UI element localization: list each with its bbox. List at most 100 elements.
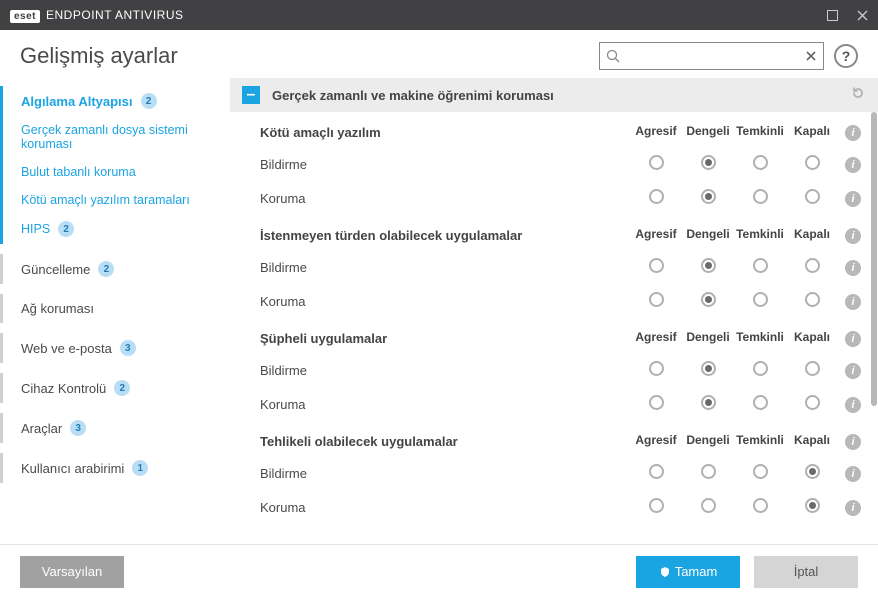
- search-box[interactable]: [599, 42, 824, 70]
- clear-search-icon[interactable]: [805, 50, 817, 62]
- info-icon[interactable]: i: [845, 125, 861, 141]
- radio-option[interactable]: [701, 361, 716, 376]
- ok-button[interactable]: Tamam: [636, 556, 740, 588]
- brand-text: ENDPOINT ANTIVIRUS: [46, 8, 183, 22]
- reset-section-icon[interactable]: [850, 85, 866, 106]
- sidebar-item-8[interactable]: Cihaz Kontrolü2: [0, 373, 230, 403]
- radio-option[interactable]: [701, 189, 716, 204]
- radio-option[interactable]: [701, 464, 716, 479]
- sidebar-item-4[interactable]: HIPS2: [0, 214, 230, 244]
- row-label: Koruma: [260, 294, 630, 309]
- radio-option[interactable]: [649, 155, 664, 170]
- column-header: Kapalı: [786, 330, 838, 347]
- scrollbar-track[interactable]: [870, 112, 878, 544]
- badge: 2: [141, 93, 157, 109]
- group-header: İstenmeyen türden olabilecek uygulamalar…: [230, 215, 878, 250]
- group-title: İstenmeyen türden olabilecek uygulamalar: [260, 228, 522, 243]
- column-header: Dengeli: [682, 330, 734, 347]
- radio-option[interactable]: [701, 155, 716, 170]
- column-header: Temkinli: [734, 227, 786, 244]
- radio-option[interactable]: [649, 498, 664, 513]
- sidebar-item-7[interactable]: Web ve e-posta3: [0, 333, 230, 363]
- info-icon[interactable]: i: [845, 228, 861, 244]
- sidebar-item-9[interactable]: Araçlar 3: [0, 413, 230, 443]
- radio-option[interactable]: [753, 155, 768, 170]
- radio-option[interactable]: [753, 189, 768, 204]
- row-label: Koruma: [260, 500, 630, 515]
- info-icon[interactable]: i: [845, 260, 861, 276]
- sidebar-item-10[interactable]: Kullanıcı arabirimi1: [0, 453, 230, 483]
- info-icon[interactable]: i: [845, 397, 861, 413]
- radio-option[interactable]: [805, 292, 820, 307]
- radio-option[interactable]: [805, 258, 820, 273]
- info-icon[interactable]: i: [845, 294, 861, 310]
- radio-option[interactable]: [805, 395, 820, 410]
- group-header: Şüpheli uygulamalarAgresifDengeliTemkinl…: [230, 318, 878, 353]
- radio-option[interactable]: [649, 361, 664, 376]
- setting-row: Koruma i: [230, 387, 878, 421]
- cancel-button[interactable]: İptal: [754, 556, 858, 588]
- radio-option[interactable]: [701, 292, 716, 307]
- radio-option[interactable]: [649, 464, 664, 479]
- radio-option[interactable]: [753, 464, 768, 479]
- brand-badge: eset: [10, 10, 40, 23]
- search-input[interactable]: [626, 49, 799, 63]
- sidebar-item-1[interactable]: Gerçek zamanlı dosya sistemi koruması: [0, 116, 230, 158]
- info-icon[interactable]: i: [845, 434, 861, 450]
- radio-option[interactable]: [701, 395, 716, 410]
- sidebar-item-label: Kullanıcı arabirimi: [21, 461, 124, 476]
- radio-option[interactable]: [701, 498, 716, 513]
- sidebar-item-3[interactable]: Kötü amaçlı yazılım taramaları: [0, 186, 230, 214]
- info-icon[interactable]: i: [845, 500, 861, 516]
- radio-option[interactable]: [649, 189, 664, 204]
- badge: 3: [120, 340, 136, 356]
- row-label: Bildirme: [260, 157, 630, 172]
- row-label: Bildirme: [260, 466, 630, 481]
- radio-option[interactable]: [805, 155, 820, 170]
- badge: 2: [114, 380, 130, 396]
- radio-option[interactable]: [805, 498, 820, 513]
- radio-option[interactable]: [753, 258, 768, 273]
- info-icon[interactable]: i: [845, 466, 861, 482]
- settings-scroll[interactable]: Kötü amaçlı yazılımAgresifDengeliTemkinl…: [230, 112, 878, 544]
- info-icon[interactable]: i: [845, 191, 861, 207]
- radio-option[interactable]: [805, 464, 820, 479]
- sidebar-item-label: Bulut tabanlı koruma: [21, 165, 136, 179]
- badge: 3: [70, 420, 86, 436]
- collapse-button[interactable]: –: [242, 86, 260, 104]
- radio-option[interactable]: [753, 395, 768, 410]
- column-header: Kapalı: [786, 124, 838, 141]
- sidebar-item-label: Araçlar: [21, 421, 62, 436]
- info-icon[interactable]: i: [845, 157, 861, 173]
- defaults-button[interactable]: Varsayılan: [20, 556, 124, 588]
- radio-option[interactable]: [753, 292, 768, 307]
- scrollbar-thumb[interactable]: [871, 112, 877, 406]
- radio-option[interactable]: [649, 292, 664, 307]
- search-icon: [606, 49, 620, 63]
- column-header: Agresif: [630, 433, 682, 450]
- radio-option[interactable]: [701, 258, 716, 273]
- radio-option[interactable]: [805, 361, 820, 376]
- sidebar-item-5[interactable]: Güncelleme2: [0, 254, 230, 284]
- section-title: Gerçek zamanlı ve makine öğrenimi koruma…: [272, 88, 554, 103]
- window-close-icon[interactable]: [856, 9, 868, 21]
- setting-row: Koruma i: [230, 284, 878, 318]
- sidebar-item-0[interactable]: Algılama Altyapısı2: [0, 86, 230, 116]
- radio-option[interactable]: [649, 258, 664, 273]
- column-header: Temkinli: [734, 433, 786, 450]
- radio-option[interactable]: [649, 395, 664, 410]
- sidebar-item-6[interactable]: Ağ koruması: [0, 294, 230, 323]
- info-icon[interactable]: i: [845, 363, 861, 379]
- group-title: Şüpheli uygulamalar: [260, 331, 387, 346]
- row-label: Koruma: [260, 397, 630, 412]
- help-button[interactable]: ?: [834, 44, 858, 68]
- radio-option[interactable]: [753, 361, 768, 376]
- sidebar-item-2[interactable]: Bulut tabanlı koruma: [0, 158, 230, 186]
- radio-option[interactable]: [753, 498, 768, 513]
- column-header: Dengeli: [682, 124, 734, 141]
- column-header: Dengeli: [682, 433, 734, 450]
- radio-option[interactable]: [805, 189, 820, 204]
- window-maximize-icon[interactable]: [826, 9, 838, 21]
- row-label: Bildirme: [260, 260, 630, 275]
- info-icon[interactable]: i: [845, 331, 861, 347]
